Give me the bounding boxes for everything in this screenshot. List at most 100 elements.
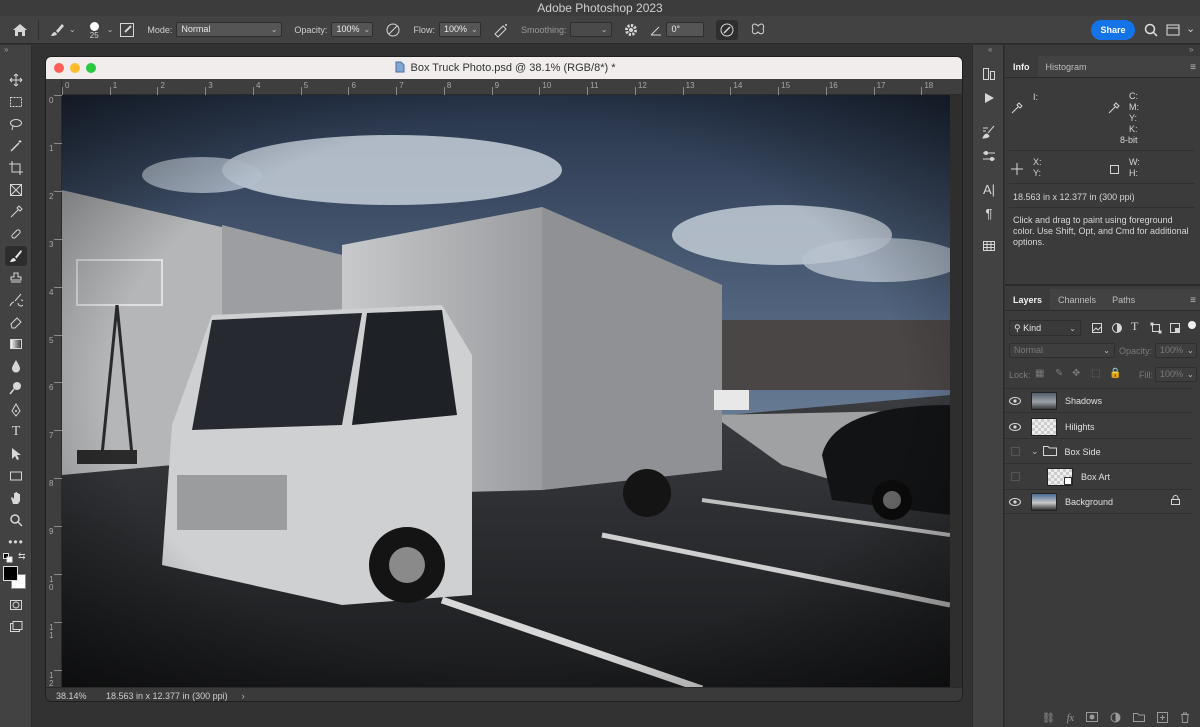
move-tool[interactable] xyxy=(5,70,27,90)
gear-icon[interactable] xyxy=(624,23,638,37)
screen-mode-icon[interactable] xyxy=(5,617,27,637)
collapse-icon[interactable]: « xyxy=(988,45,992,54)
marquee-tool[interactable] xyxy=(5,92,27,112)
healing-brush-tool[interactable] xyxy=(5,224,27,244)
eraser-tool[interactable] xyxy=(5,312,27,332)
gradient-tool[interactable] xyxy=(5,334,27,354)
new-group-icon[interactable] xyxy=(1133,712,1145,725)
brush-size-picker[interactable]: 25 xyxy=(82,16,107,44)
eyedropper-tool[interactable] xyxy=(5,202,27,222)
path-selection-tool[interactable] xyxy=(5,444,27,464)
character-panel-icon[interactable]: A| xyxy=(978,179,1000,199)
brush-tool-preset-icon[interactable] xyxy=(49,22,65,38)
paragraph-panel-icon[interactable]: ¶ xyxy=(978,203,1000,223)
angle-field[interactable]: 0° xyxy=(666,22,705,37)
horizontal-ruler[interactable]: 0 1 2 3 4 5 6 7 8 9 10 11 12 13 14 15 16 17 18 xyxy=(62,79,962,95)
actions-play-icon[interactable] xyxy=(978,88,1000,108)
layer-filter-kind-dropdown[interactable]: ⚲ Kind ⌄ xyxy=(1009,320,1081,336)
type-tool[interactable]: T xyxy=(5,422,27,442)
blend-mode-dropdown[interactable]: Normal ⌄ xyxy=(1009,343,1115,358)
chevron-down-icon[interactable]: ⌄ xyxy=(107,25,114,34)
zoom-level[interactable]: 38.14% xyxy=(46,691,96,701)
table-panel-icon[interactable] xyxy=(978,236,1000,256)
lock-position-icon[interactable]: ✥ xyxy=(1072,368,1080,379)
collapse-icon[interactable]: » xyxy=(1189,45,1193,54)
minimize-window-button[interactable] xyxy=(70,63,80,73)
pen-tool[interactable] xyxy=(5,400,27,420)
eye-icon[interactable] xyxy=(1005,396,1025,405)
brush-settings-icon[interactable] xyxy=(978,122,1000,142)
lock-artboard-icon[interactable]: ⬚ xyxy=(1091,368,1100,379)
lock-transparent-icon[interactable]: ▦ xyxy=(1035,368,1044,379)
lasso-tool[interactable] xyxy=(5,114,27,134)
eye-icon[interactable] xyxy=(1005,422,1025,431)
panel-menu-icon[interactable]: ≡ xyxy=(1190,62,1196,73)
crop-tool[interactable] xyxy=(5,158,27,178)
adjustments-sliders-icon[interactable] xyxy=(978,146,1000,166)
filter-type-layer-icon[interactable]: T xyxy=(1131,319,1138,334)
opacity-field[interactable]: 100% ⌄ xyxy=(331,22,374,37)
swap-colors-icon[interactable]: ⇆ xyxy=(18,551,26,562)
panel-menu-icon[interactable]: ≡ xyxy=(1190,295,1196,306)
lock-all-icon[interactable]: 🔒 xyxy=(1109,368,1121,379)
layer-row-background[interactable]: Background xyxy=(1005,490,1192,514)
tab-histogram[interactable]: Histogram xyxy=(1038,56,1095,77)
filter-toggle-icon[interactable] xyxy=(1188,321,1196,329)
close-window-button[interactable] xyxy=(54,63,64,73)
fx-icon[interactable]: fx xyxy=(1067,713,1074,724)
workspace-icon[interactable] xyxy=(1166,23,1180,37)
flow-field[interactable]: 100% ⌄ xyxy=(438,22,481,37)
filter-pixel-layer-icon[interactable] xyxy=(1091,322,1103,337)
lock-icon[interactable] xyxy=(1171,495,1180,508)
link-layers-icon[interactable]: ⛓ xyxy=(1042,713,1055,724)
pressure-opacity-icon[interactable] xyxy=(385,22,401,38)
symmetry-butterfly-icon[interactable] xyxy=(750,22,766,38)
tab-paths[interactable]: Paths xyxy=(1104,289,1143,310)
airbrush-icon[interactable] xyxy=(493,22,509,38)
frame-tool[interactable] xyxy=(5,180,27,200)
smoothing-field[interactable]: ⌄ xyxy=(570,22,613,37)
layer-fill-field[interactable]: 100% ⌄ xyxy=(1155,367,1197,382)
visibility-toggle[interactable] xyxy=(1005,472,1025,481)
new-adjustment-layer-icon[interactable] xyxy=(1110,712,1121,726)
foreground-color-swatch[interactable] xyxy=(3,566,18,581)
chevron-down-icon[interactable]: ⌄ xyxy=(1031,446,1039,457)
visibility-toggle[interactable] xyxy=(1005,447,1025,456)
filter-smart-object-icon[interactable] xyxy=(1169,322,1181,337)
brush-settings-panel-icon[interactable] xyxy=(119,22,135,38)
tab-channels[interactable]: Channels xyxy=(1050,289,1104,310)
zoom-window-button[interactable] xyxy=(86,63,96,73)
layer-row-shadows[interactable]: Shadows xyxy=(1005,389,1192,413)
filter-adjustment-layer-icon[interactable] xyxy=(1111,322,1123,337)
rectangle-tool[interactable] xyxy=(5,466,27,486)
filter-shape-layer-icon[interactable] xyxy=(1150,322,1162,337)
layer-opacity-field[interactable]: 100% ⌄ xyxy=(1155,343,1197,358)
chevron-right-icon[interactable]: › xyxy=(242,691,245,701)
zoom-tool[interactable] xyxy=(5,510,27,530)
blur-tool[interactable] xyxy=(5,356,27,376)
info-panel-icon[interactable] xyxy=(978,64,1000,84)
tab-layers[interactable]: Layers xyxy=(1005,289,1051,310)
layer-row-box-art[interactable]: Box Art xyxy=(1005,464,1192,490)
mode-dropdown[interactable]: Normal ⌄ xyxy=(176,22,283,37)
magic-wand-tool[interactable] xyxy=(5,136,27,156)
new-layer-icon[interactable] xyxy=(1157,711,1168,726)
chevron-down-icon[interactable]: ⌄ xyxy=(69,25,76,34)
chevron-down-icon[interactable]: ⌄ xyxy=(1186,22,1195,35)
more-tools-icon[interactable]: ••• xyxy=(5,532,27,552)
share-button[interactable]: Share xyxy=(1091,20,1135,40)
pressure-size-icon[interactable] xyxy=(716,19,739,40)
quick-mask-icon[interactable] xyxy=(5,595,27,615)
clone-stamp-tool[interactable] xyxy=(5,268,27,288)
brush-tool[interactable] xyxy=(5,246,27,266)
layer-row-hilights[interactable]: Hilights xyxy=(1005,415,1192,439)
eye-icon[interactable] xyxy=(1005,497,1025,506)
vertical-ruler[interactable]: 0 1 2 3 4 5 6 7 8 9 10 11 12 xyxy=(46,79,62,689)
layer-row-box-side[interactable]: ⌄ Box Side xyxy=(1005,440,1192,464)
canvas[interactable] xyxy=(62,95,962,693)
dodge-tool[interactable] xyxy=(5,378,27,398)
home-icon[interactable] xyxy=(12,23,28,37)
default-colors-icon[interactable] xyxy=(3,553,13,566)
hand-tool[interactable] xyxy=(5,488,27,508)
collapse-icon[interactable]: » xyxy=(4,45,8,54)
